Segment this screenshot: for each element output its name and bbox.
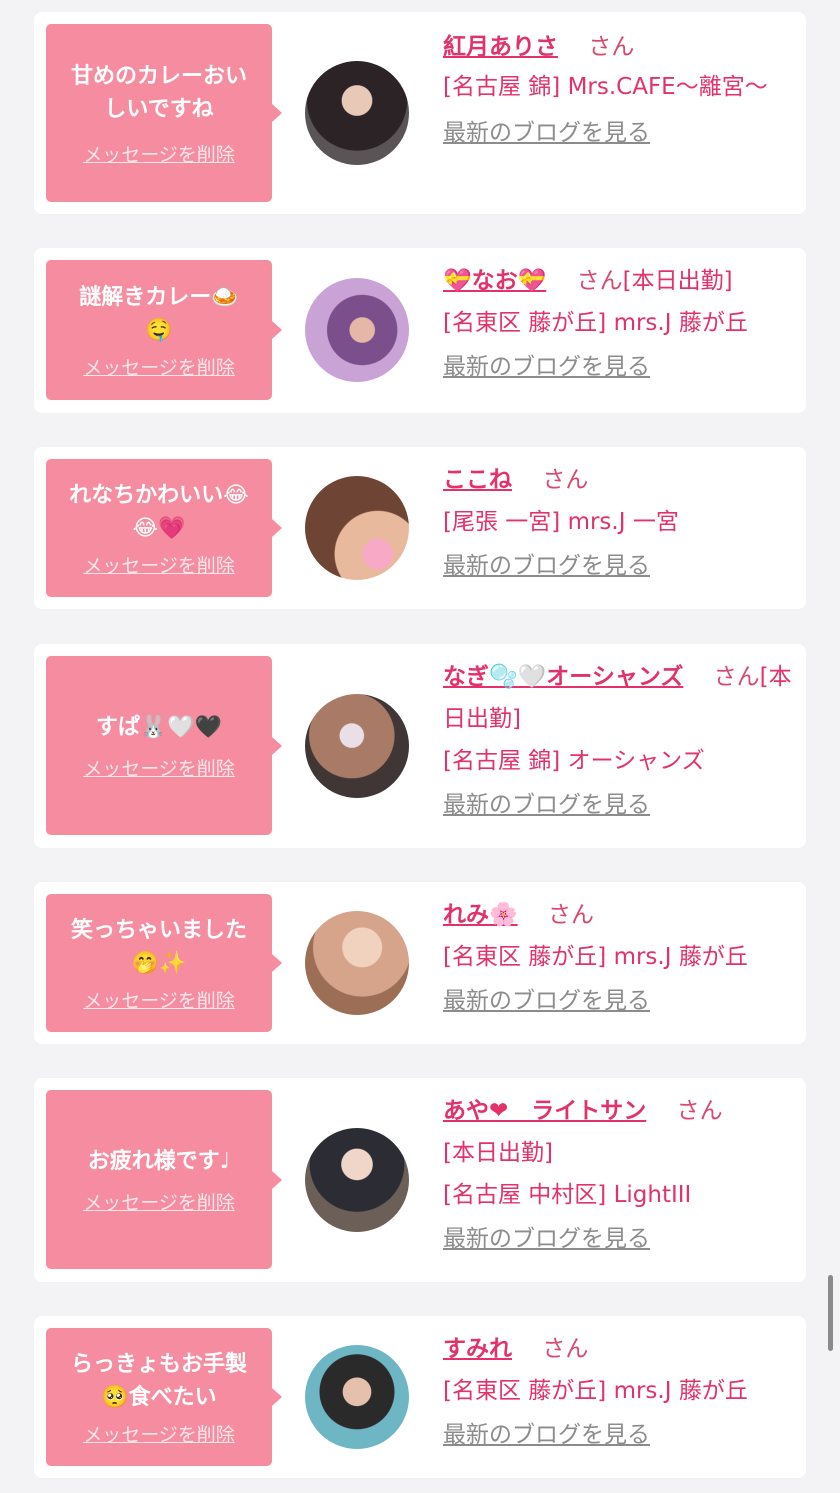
avatar[interactable]	[305, 694, 409, 798]
message-bubble: 笑っちゃいました 🤭✨ メッセージを削除	[46, 894, 282, 1032]
profile-name-link[interactable]: れみ🌸	[443, 902, 518, 928]
profile-name-link[interactable]: 紅月ありさ	[443, 34, 558, 60]
status-badge: [本日出勤]	[622, 268, 733, 294]
profile-info: すみれ さん [名東区 藤が丘] mrs.J 藤が丘 最新のブログを見る	[443, 1328, 792, 1456]
delete-message-link[interactable]: メッセージを削除	[83, 140, 235, 167]
delete-message-link[interactable]: メッセージを削除	[83, 1188, 235, 1215]
message-bubble: 甘めのカレーおい しいですね メッセージを削除	[46, 24, 282, 202]
profile-name-link[interactable]: すみれ	[443, 1336, 512, 1362]
delete-message-link[interactable]: メッセージを削除	[83, 1420, 235, 1447]
avatar[interactable]	[305, 476, 409, 580]
message-bubble: お疲れ様です♩ メッセージを削除	[46, 1090, 282, 1269]
message-text: 笑っちゃいました 🤭✨	[70, 917, 247, 976]
shop-info: [名東区 藤が丘] mrs.J 藤が丘	[443, 944, 748, 970]
profile-name-link[interactable]: 💝なお💝	[443, 268, 546, 294]
profile-info: れみ🌸 さん [名東区 藤が丘] mrs.J 藤が丘 最新のブログを見る	[443, 894, 792, 1022]
avatar[interactable]	[305, 278, 409, 382]
message-card: らっきょもお手製 🥺食べたい メッセージを削除 すみれ さん [名東区 藤が丘]…	[34, 1316, 806, 1478]
message-card: 笑っちゃいました 🤭✨ メッセージを削除 れみ🌸 さん [名東区 藤が丘] mr…	[34, 882, 806, 1044]
san-suffix: さん	[576, 268, 623, 294]
profile-name-link[interactable]: なぎ🫧🤍オーシャンズ	[443, 664, 683, 690]
message-text: れなちかわいい😂 😂💗	[69, 482, 249, 541]
profile-info: なぎ🫧🤍オーシャンズ さん[本日出勤] [名古屋 錦] オーシャンズ 最新のブロ…	[443, 656, 792, 826]
scrollbar[interactable]	[828, 1275, 833, 1351]
avatar[interactable]	[305, 911, 409, 1015]
avatar[interactable]	[305, 1345, 409, 1449]
san-suffix: さん	[676, 1098, 723, 1124]
profile-info: あや❤︎ ライトサン さん [本日出勤] [名古屋 中村区] LightIII …	[443, 1090, 792, 1260]
san-suffix: さん	[547, 902, 594, 928]
delete-message-link[interactable]: メッセージを削除	[83, 986, 235, 1013]
message-bubble: すぱ🐰🤍🖤 メッセージを削除	[46, 656, 282, 835]
latest-blog-link[interactable]: 最新のブログを見る	[443, 784, 650, 826]
profile-info: ここね さん [尾張 一宮] mrs.J 一宮 最新のブログを見る	[443, 459, 792, 587]
message-text: らっきょもお手製 🥺食べたい	[70, 1351, 247, 1410]
message-text: 謎解きカレー🍛 🤤	[79, 284, 239, 343]
latest-blog-link[interactable]: 最新のブログを見る	[443, 545, 650, 587]
san-suffix: さん	[588, 34, 635, 60]
message-bubble: れなちかわいい😂 😂💗 メッセージを削除	[46, 459, 282, 597]
san-suffix: さん	[542, 467, 589, 493]
message-card: お疲れ様です♩ メッセージを削除 あや❤︎ ライトサン さん [本日出勤] [名…	[34, 1078, 806, 1282]
shop-info: [名古屋 錦] Mrs.CAFE〜離宮〜	[443, 74, 768, 100]
message-bubble: らっきょもお手製 🥺食べたい メッセージを削除	[46, 1328, 282, 1466]
profile-info: 紅月ありさ さん [名古屋 錦] Mrs.CAFE〜離宮〜 最新のブログを見る	[443, 26, 792, 154]
latest-blog-link[interactable]: 最新のブログを見る	[443, 1414, 650, 1456]
message-card: すぱ🐰🤍🖤 メッセージを削除 なぎ🫧🤍オーシャンズ さん[本日出勤] [名古屋 …	[34, 644, 806, 848]
profile-info: 💝なお💝 さん[本日出勤] [名東区 藤が丘] mrs.J 藤が丘 最新のブログ…	[443, 260, 792, 388]
profile-name-link[interactable]: あや❤︎ ライトサン	[443, 1098, 646, 1124]
message-card: 謎解きカレー🍛 🤤 メッセージを削除 💝なお💝 さん[本日出勤] [名東区 藤が…	[34, 248, 806, 413]
avatar[interactable]	[305, 61, 409, 165]
status-badge: [本日出勤]	[443, 1140, 553, 1166]
message-bubble: 謎解きカレー🍛 🤤 メッセージを削除	[46, 260, 282, 400]
message-card: 甘めのカレーおい しいですね メッセージを削除 紅月ありさ さん [名古屋 錦]…	[34, 12, 806, 214]
latest-blog-link[interactable]: 最新のブログを見る	[443, 980, 650, 1022]
profile-name-link[interactable]: ここね	[443, 467, 512, 493]
shop-info: [名東区 藤が丘] mrs.J 藤が丘	[443, 310, 748, 336]
message-text: お疲れ様です♩	[87, 1148, 231, 1174]
shop-info: [名古屋 錦] オーシャンズ	[443, 748, 705, 774]
message-card: れなちかわいい😂 😂💗 メッセージを削除 ここね さん [尾張 一宮] mrs.…	[34, 447, 806, 609]
delete-message-link[interactable]: メッセージを削除	[83, 353, 235, 380]
delete-message-link[interactable]: メッセージを削除	[83, 551, 235, 578]
latest-blog-link[interactable]: 最新のブログを見る	[443, 1218, 650, 1260]
message-text: すぱ🐰🤍🖤	[95, 714, 223, 740]
shop-info: [名古屋 中村区] LightIII	[443, 1182, 692, 1208]
san-suffix: さん	[713, 664, 760, 690]
latest-blog-link[interactable]: 最新のブログを見る	[443, 112, 650, 154]
avatar[interactable]	[305, 1128, 409, 1232]
delete-message-link[interactable]: メッセージを削除	[83, 754, 235, 781]
latest-blog-link[interactable]: 最新のブログを見る	[443, 346, 650, 388]
shop-info: [名東区 藤が丘] mrs.J 藤が丘	[443, 1378, 748, 1404]
message-text: 甘めのカレーおい しいですね	[70, 63, 247, 122]
san-suffix: さん	[542, 1336, 589, 1362]
shop-info: [尾張 一宮] mrs.J 一宮	[443, 509, 679, 535]
